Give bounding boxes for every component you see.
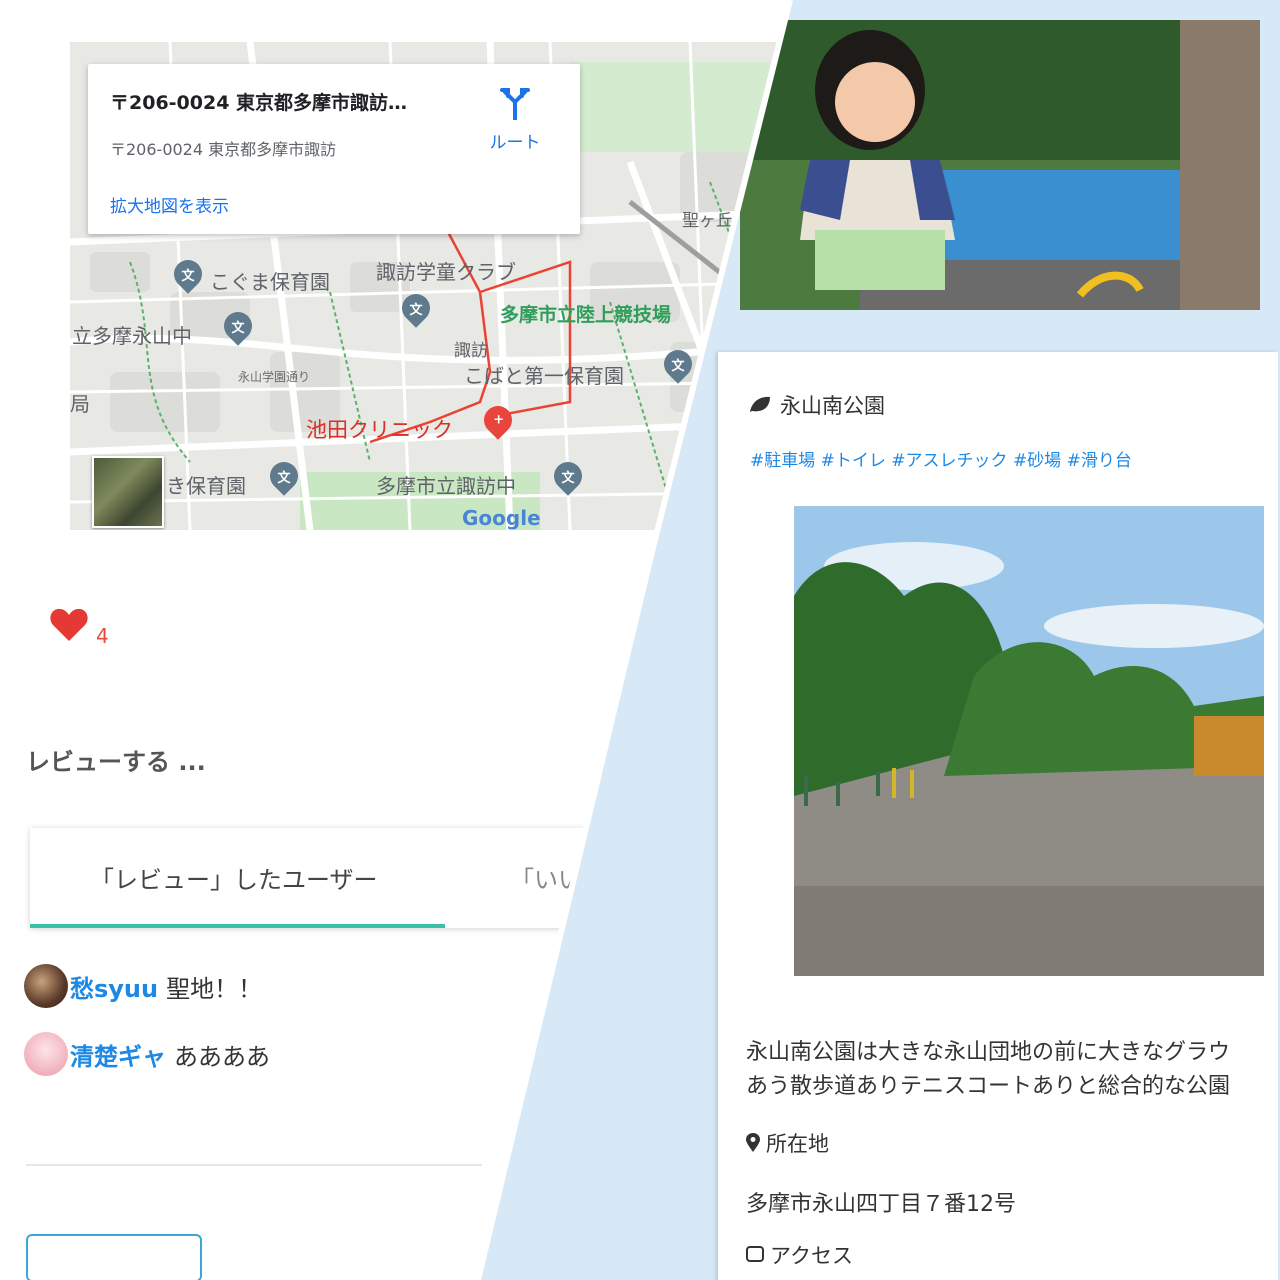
collage-frame: こぐま保育園 諏訪学童クラブ 多摩市立陸上競技場 立多摩永山中 永山学園通り 諏… [0,0,1280,1280]
map-info-card: 〒206-0024 東京都多摩市諏訪… 〒206-0024 東京都多摩市諏訪 拡… [88,64,580,234]
map-label-kyoku: 局 [70,392,90,416]
map-pin-icon [746,1133,760,1152]
map-label-ikeda-clinic: 池田クリニック [306,418,453,442]
map-label-suwa: 諏訪 [454,341,488,361]
review-item: 愁syuu 聖地！！ [24,964,262,1008]
map-label-suwagakudou: 諏訪学童クラブ [376,260,516,284]
like-count: 4 [96,624,109,648]
tab-reviewed-users[interactable]: 「レビュー」したユーザー [90,860,378,895]
heart-icon[interactable] [50,608,88,642]
map-label-gakuendori: 永山学園通り [238,370,311,384]
map-label-hijirigaoka: 聖ヶ丘 [682,211,733,231]
leaf-icon [750,396,770,412]
description-line: 永山南公園は大きな永山団地の前に大きなグラウ [746,1040,1231,1065]
map-card-subtitle: 〒206-0024 東京都多摩市諏訪 [110,140,337,159]
avatar[interactable] [24,964,68,1008]
route-button[interactable]: ルート [480,86,550,153]
review-user-link[interactable]: 愁syuu [70,969,158,1004]
park-description: 永山南公園は大きな永山団地の前に大きなグラウ あう散歩道ありテニスコートありと総… [746,1036,1230,1104]
map-label-nagayamachuu: 立多摩永山中 [72,324,192,348]
review-heading[interactable]: レビューする ... [26,742,206,777]
map-card-title: 〒206-0024 東京都多摩市諏訪… [110,92,408,114]
location-label: 所在地 [766,1132,829,1156]
review-user-link[interactable]: 清楚ギャ [70,1037,166,1072]
review-text: ああああ [174,1042,270,1071]
map-label-rikujou: 多摩市立陸上競技場 [500,304,672,326]
map-label-kogumahoikuen: こぐま保育園 [210,270,330,294]
review-text: 聖地！！ [166,974,263,1003]
park-photo [794,506,1264,976]
review-item: 清楚ギャ ああああ [24,1032,270,1076]
satellite-toggle[interactable] [92,456,164,528]
active-tab-indicator [30,924,445,928]
train-icon [746,1246,764,1262]
review-tabs: 「レビュー」したユーザー 「いい [30,828,590,928]
divider [26,1164,482,1166]
child-photo [740,20,1260,310]
park-tags[interactable]: #駐車場 #トイレ #アスレチック #砂場 #滑り台 [750,446,1132,471]
access-label: アクセス [770,1244,853,1268]
park-title: 永山南公園 [748,390,885,420]
access-heading: アクセス [746,1240,853,1270]
map-label-kihoikuen: き保育園 [166,474,246,498]
tab-liked-users[interactable]: 「いい [510,860,582,895]
description-line: あう散歩道ありテニスコートありと総合的な公園 [746,1074,1231,1099]
child-photo-image [740,20,1260,310]
route-label: ルート [489,133,541,153]
google-logo: Google [462,506,541,530]
map-label-suwachuu: 多摩市立諏訪中 [376,474,516,498]
park-list-button[interactable] [26,1234,202,1280]
enlarge-map-link[interactable]: 拡大地図を表示 [110,192,229,217]
avatar[interactable] [24,1032,68,1076]
park-address: 多摩市永山四丁目７番12号 [746,1192,1016,1217]
park-photo-image [794,506,1264,976]
like-area[interactable]: 4 [50,608,109,648]
map-label-kobato: こばと第一保育園 [464,364,624,388]
location-heading: 所在地 [746,1128,829,1158]
directions-icon [500,88,530,121]
park-name: 永山南公園 [780,394,885,418]
